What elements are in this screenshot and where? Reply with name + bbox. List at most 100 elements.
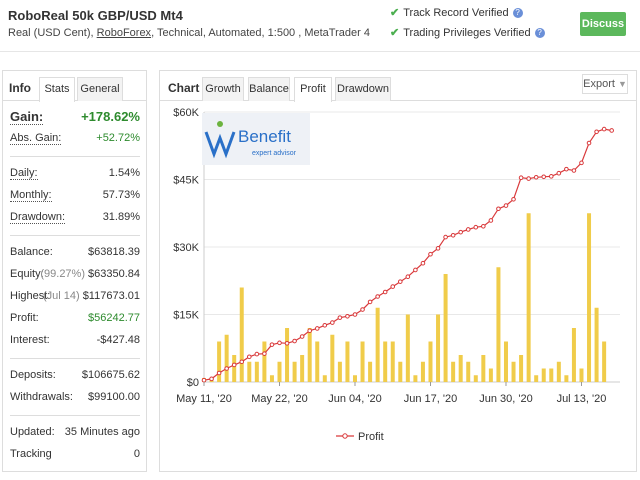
profit-point xyxy=(284,341,290,346)
stat-value-wrap: -$427.48 xyxy=(97,334,140,346)
stat-value: +178.62% xyxy=(81,109,140,124)
stat-label: Monthly: xyxy=(10,189,52,202)
stat-label: Daily: xyxy=(10,167,38,180)
profit-point xyxy=(209,376,214,382)
volume-bar xyxy=(405,314,410,382)
profit-point xyxy=(269,342,275,347)
profit-point xyxy=(473,224,479,230)
profit-point xyxy=(216,370,222,376)
profit-point xyxy=(586,140,592,146)
profit-point xyxy=(450,233,456,238)
stat-label: Tracking xyxy=(10,448,52,460)
y-tick-label: $60K xyxy=(173,107,199,119)
export-button[interactable]: Export ▼ xyxy=(582,74,628,94)
profit-point xyxy=(526,176,531,181)
chart-legend[interactable]: Profit xyxy=(336,431,384,443)
volume-bar xyxy=(322,375,327,382)
volume-bar xyxy=(413,375,418,382)
stat-value: $99100.00 xyxy=(88,391,140,403)
stat-value: $106675.62 xyxy=(81,369,140,381)
x-tick-label: Jun 30, '20 xyxy=(479,393,532,405)
tab-drawdown[interactable]: Drawdown xyxy=(335,77,391,101)
profit-point xyxy=(277,340,282,346)
stat-value-wrap: $63818.39 xyxy=(88,246,140,258)
profit-point xyxy=(390,284,396,289)
profit-point xyxy=(360,307,365,312)
profit-point xyxy=(262,351,267,356)
chart-title: Chart xyxy=(168,81,200,95)
chart-panel: Chart Growth Balance Profit Drawdown Exp… xyxy=(159,70,637,472)
volume-bar xyxy=(398,361,403,382)
volume-bar xyxy=(602,341,607,382)
watermark-logo: Benefit expert advisor xyxy=(202,113,310,165)
y-tick-label: $30K xyxy=(173,242,199,254)
volume-bar xyxy=(300,355,305,382)
stat-value-wrap: +52.72% xyxy=(96,132,140,144)
volume-bar xyxy=(541,368,546,382)
volume-bar xyxy=(579,368,584,382)
profit-point xyxy=(322,323,328,328)
profit-point xyxy=(518,175,524,180)
tab-balance[interactable]: Balance xyxy=(248,77,290,101)
x-tick-label: Jun 17, '20 xyxy=(404,393,457,405)
profit-point xyxy=(231,362,237,368)
discuss-button[interactable]: Discuss xyxy=(580,12,626,36)
stat-label: Interest: xyxy=(10,334,50,346)
volume-bar xyxy=(307,328,312,382)
broker-link[interactable]: RoboForex xyxy=(97,27,151,39)
chart-tabs: Chart Growth Balance Profit Drawdown Exp… xyxy=(160,71,636,102)
check-icon: ✔ xyxy=(390,27,400,39)
check-icon: ✔ xyxy=(390,7,400,19)
watermark-dot-icon xyxy=(217,121,223,127)
volume-bar xyxy=(511,361,516,382)
legend-marker-icon xyxy=(342,433,348,439)
profit-point xyxy=(548,174,554,179)
stats-divider xyxy=(10,415,140,416)
volume-bar xyxy=(428,341,433,382)
help-icon[interactable]: ? xyxy=(512,8,523,19)
profit-point xyxy=(299,334,305,339)
tab-general[interactable]: General xyxy=(77,77,123,101)
tab-growth[interactable]: Growth xyxy=(202,77,244,101)
volume-bar xyxy=(556,361,561,382)
profit-point xyxy=(458,229,463,235)
profit-point xyxy=(541,174,547,180)
stat-row: Profit: $56242.77 xyxy=(10,312,140,328)
stat-row: Gain: +178.62% xyxy=(10,109,140,125)
profit-point xyxy=(533,174,539,180)
help-icon[interactable]: ? xyxy=(534,28,545,39)
volume-bar xyxy=(285,328,290,382)
volume-bar xyxy=(232,355,237,382)
profit-point xyxy=(488,218,494,223)
stat-value: 1.54% xyxy=(108,167,140,179)
stat-value: 57.73% xyxy=(102,189,140,201)
profit-point xyxy=(239,359,245,365)
profit-point xyxy=(375,294,380,299)
profit-point xyxy=(382,289,388,295)
stat-value: $63350.84 xyxy=(88,268,140,280)
profit-point xyxy=(571,168,577,173)
profit-point xyxy=(564,166,569,172)
trading-privileges-verified: ✔ Trading Privileges Verified? xyxy=(390,26,545,39)
volume-bar xyxy=(436,314,441,382)
tab-profit[interactable]: Profit xyxy=(294,77,332,102)
profit-point xyxy=(420,260,426,266)
profit-point xyxy=(246,354,252,360)
stat-row: Withdrawals: $99100.00 xyxy=(10,391,140,407)
stat-row: Tracking 0 xyxy=(10,448,140,464)
chevron-down-icon: ▼ xyxy=(617,79,627,89)
volume-bar xyxy=(564,375,569,382)
profit-point xyxy=(201,377,207,383)
x-tick-label: Jul 13, '20 xyxy=(557,393,607,405)
volume-bar xyxy=(549,368,554,382)
export-label: Export xyxy=(583,78,615,90)
stat-label: Abs. Gain: xyxy=(10,132,62,145)
tab-stats[interactable]: Stats xyxy=(39,77,75,102)
stat-value-wrap: $99100.00 xyxy=(88,391,140,403)
stat-value: $56242.77 xyxy=(88,312,140,324)
volume-bar xyxy=(360,341,365,382)
system-title: RoboReal 50k GBP/USD Mt4 xyxy=(8,8,183,23)
verification-label: Trading Privileges Verified xyxy=(403,27,531,39)
legend-label: Profit xyxy=(358,431,384,443)
profit-point xyxy=(496,206,501,212)
